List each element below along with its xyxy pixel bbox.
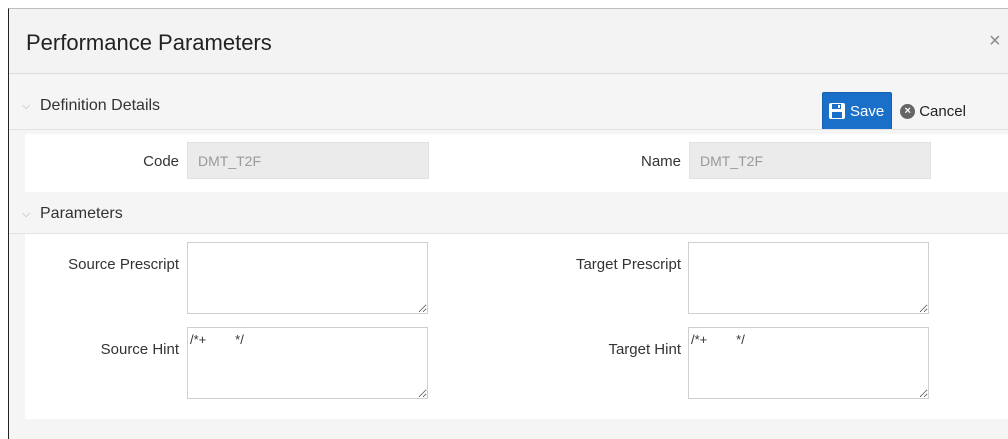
dialog-toolbar: Save × Cancel bbox=[822, 92, 966, 130]
section-divider bbox=[9, 129, 1008, 130]
definition-details-title: Definition Details bbox=[40, 97, 161, 114]
dialog-title: Performance Parameters bbox=[26, 30, 272, 55]
chevron-down-icon: ⌵ bbox=[22, 207, 31, 220]
target-hint-input[interactable]: /*+ */ bbox=[688, 327, 929, 399]
code-field: DMT_T2F bbox=[187, 142, 429, 179]
name-label: Name bbox=[640, 153, 681, 170]
definition-details-panel: Code DMT_T2F Name DMT_T2F bbox=[25, 134, 1008, 192]
target-prescript-input[interactable] bbox=[688, 242, 929, 314]
target-prescript-label: Target Prescript bbox=[575, 256, 681, 273]
parameters-panel: Source Prescript Target Prescript Source… bbox=[25, 234, 1008, 419]
name-field: DMT_T2F bbox=[689, 142, 931, 179]
dialog-titlebar: Performance Parameters × bbox=[9, 9, 1008, 74]
source-hint-input[interactable]: /*+ */ bbox=[187, 327, 428, 399]
parameters-title: Parameters bbox=[40, 205, 123, 222]
source-prescript-label: Source Prescript bbox=[68, 256, 179, 273]
cancel-button[interactable]: × Cancel bbox=[900, 103, 966, 120]
source-prescript-input[interactable] bbox=[187, 242, 428, 314]
chevron-down-icon: ⌵ bbox=[22, 99, 31, 112]
save-button[interactable]: Save bbox=[822, 92, 893, 130]
source-hint-label: Source Hint bbox=[100, 341, 179, 358]
code-label: Code bbox=[143, 153, 179, 170]
parameters-header[interactable]: ⌵ Parameters bbox=[9, 205, 1008, 223]
close-icon[interactable]: × bbox=[989, 31, 1001, 51]
save-button-label: Save bbox=[850, 102, 885, 120]
floppy-disk-icon bbox=[829, 103, 845, 119]
performance-parameters-dialog: Performance Parameters × ⌵ Definition De… bbox=[8, 8, 1008, 439]
times-circle-icon: × bbox=[900, 103, 916, 119]
cancel-button-label: Cancel bbox=[919, 102, 966, 120]
target-hint-label: Target Hint bbox=[608, 341, 681, 358]
